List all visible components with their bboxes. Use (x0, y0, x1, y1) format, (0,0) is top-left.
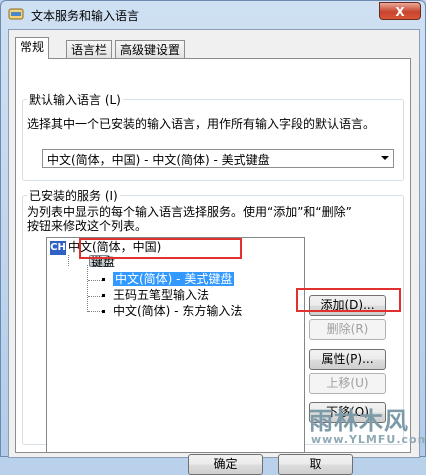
watermark: 雨林木风 www.YLMFU.com (303, 401, 426, 456)
title-bar[interactable]: 文本服务和输入语言 X (1, 1, 425, 29)
bullet-icon (102, 278, 105, 281)
tree-item-service[interactable]: 王码五笔型输入法 (102, 288, 209, 303)
tree-item-service-label: 中文(简体) - 东方输入法 (113, 304, 243, 318)
installed-services-legend: 已安装的服务 (I) (27, 187, 120, 204)
default-language-legend: 默认输入语言 (L) (27, 91, 123, 108)
tree-item-service-label: 中文(简体) - 美式键盘 (113, 272, 235, 286)
tree-connector (88, 280, 102, 281)
tree-item-service[interactable]: 中文(简体) - 东方输入法 (102, 304, 242, 319)
installed-services-description-line1: 为列表中显示的每个输入语言选择服务。使用“添加”和“删除” (27, 205, 352, 219)
tab-general[interactable]: 常规 (15, 37, 50, 59)
keyboard-app-icon (8, 8, 24, 20)
installed-services-tree[interactable]: CH 中文(简体，中国) 键盘 中文(简体) - 美式键盘 王码五笔型输入法 中文… (46, 237, 305, 453)
tree-connector (88, 296, 102, 297)
default-language-description: 选择其中一个已安装的输入语言，用作所有输入字段的默认语言。 (27, 117, 376, 131)
installed-services-description-line2: 按钮来修改这个列表。 (27, 219, 148, 233)
tree-connector (88, 311, 102, 312)
tree-connector (87, 265, 88, 312)
remove-button[interactable]: 删除(R) (309, 319, 386, 340)
language-code-icon: CH (50, 240, 66, 255)
chevron-down-icon (381, 156, 389, 160)
bullet-icon (102, 310, 105, 313)
tab-language-bar[interactable]: 语言栏 (66, 40, 113, 58)
bullet-icon (102, 294, 105, 297)
ok-button[interactable]: 确定 (188, 454, 263, 475)
default-language-group (22, 99, 404, 181)
properties-button[interactable]: 属性(P)... (309, 349, 386, 370)
window-title: 文本服务和输入语言 (31, 9, 140, 23)
tree-item-service-label: 王码五笔型输入法 (113, 288, 210, 302)
close-button[interactable]: X (379, 2, 421, 20)
default-language-select[interactable]: 中文(简体，中国) - 中文(简体) - 美式键盘 (42, 149, 394, 168)
tree-item-service[interactable]: 中文(简体) - 美式键盘 (102, 272, 235, 287)
watermark-title: 雨林木风 (309, 406, 409, 435)
default-language-value: 中文(简体，中国) - 中文(简体) - 美式键盘 (47, 153, 270, 167)
watermark-url: www.YLMFU.com (311, 433, 426, 446)
cancel-button[interactable]: 取 (278, 454, 353, 475)
highlight-box (79, 238, 242, 259)
move-up-button[interactable]: 上移(U) (309, 373, 386, 394)
tab-advanced-key-settings[interactable]: 高级键设置 (115, 40, 186, 58)
dialog-window: 文本服务和输入语言 X 常规 语言栏 高级键设置 默认输入语言 (L) 选择其中… (0, 0, 426, 475)
highlight-box (296, 288, 401, 312)
